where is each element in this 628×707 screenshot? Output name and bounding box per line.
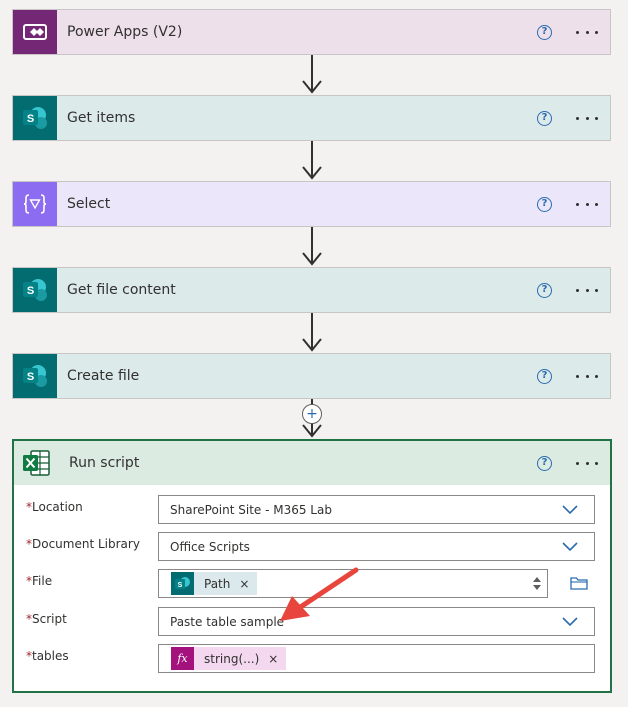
sharepoint-icon: S — [13, 354, 57, 398]
document-library-row: *Document Library Office Scripts — [14, 532, 610, 561]
step-title: Power Apps (V2) — [67, 24, 183, 40]
script-dropdown[interactable]: Paste table sample — [158, 607, 595, 636]
more-options-icon[interactable] — [576, 30, 598, 34]
location-value: SharePoint Site - M365 Lab — [170, 502, 332, 517]
step-get-file-content[interactable]: S Get file content ? — [12, 267, 611, 313]
sharepoint-icon: S — [13, 96, 57, 140]
help-icon[interactable]: ? — [537, 455, 552, 471]
step-title: Select — [67, 196, 111, 212]
folder-icon[interactable] — [570, 575, 588, 591]
svg-text:S: S — [27, 113, 34, 125]
scroll-up-icon[interactable] — [533, 576, 541, 582]
more-options-icon[interactable] — [576, 202, 598, 206]
remove-token-icon[interactable]: × — [268, 652, 278, 666]
location-row: *Location SharePoint Site - M365 Lab — [14, 495, 610, 524]
expression-token-label: string(...) — [204, 651, 260, 666]
document-library-label: Document Library — [32, 537, 140, 551]
run-script-header[interactable]: Run script ? — [14, 441, 610, 485]
chevron-down-icon — [562, 504, 578, 514]
step-power-apps[interactable]: Power Apps (V2) ? — [12, 9, 611, 55]
location-label: Location — [32, 500, 83, 514]
arrow-head-icon — [302, 424, 322, 438]
svg-text:S: S — [177, 582, 182, 589]
document-library-dropdown[interactable]: Office Scripts — [158, 532, 595, 561]
more-options-icon[interactable] — [576, 116, 598, 120]
tables-row: *tables fx string(...) × — [14, 644, 610, 673]
document-library-value: Office Scripts — [170, 539, 250, 554]
data-operation-icon — [13, 182, 57, 226]
excel-icon — [14, 441, 58, 485]
arrow-head-icon — [302, 166, 322, 180]
tables-input[interactable]: fx string(...) × — [158, 644, 595, 673]
script-label: Script — [32, 612, 67, 626]
tables-label: tables — [32, 649, 69, 663]
arrow-head-icon — [302, 80, 322, 94]
step-get-items[interactable]: S Get items ? — [12, 95, 611, 141]
location-dropdown[interactable]: SharePoint Site - M365 Lab — [158, 495, 595, 524]
path-token-label: Path — [204, 576, 231, 591]
svg-text:S: S — [27, 285, 34, 297]
sharepoint-icon: S — [171, 572, 194, 595]
help-icon[interactable]: ? — [537, 24, 552, 40]
step-title: Create file — [67, 368, 140, 384]
file-label: File — [32, 574, 53, 588]
arrow-head-icon — [302, 338, 322, 352]
step-title: Get file content — [67, 282, 176, 298]
help-icon[interactable]: ? — [537, 368, 552, 384]
chevron-down-icon — [562, 541, 578, 551]
expression-token[interactable]: fx string(...) × — [171, 647, 287, 670]
more-options-icon[interactable] — [576, 288, 598, 292]
help-icon[interactable]: ? — [537, 110, 552, 126]
arrow-head-icon — [302, 252, 322, 266]
step-create-file[interactable]: S Create file ? — [12, 353, 611, 399]
svg-text:S: S — [27, 371, 34, 383]
add-step-button[interactable]: + — [302, 404, 322, 424]
remove-token-icon[interactable]: × — [239, 577, 249, 591]
scroll-down-icon[interactable] — [533, 585, 541, 591]
help-icon[interactable]: ? — [537, 282, 552, 298]
help-icon[interactable]: ? — [537, 196, 552, 212]
sharepoint-icon: S — [13, 268, 57, 312]
step-select[interactable]: Select ? — [12, 181, 611, 227]
power-apps-icon — [13, 10, 57, 54]
annotation-arrow-icon — [280, 567, 359, 621]
plus-icon: + — [306, 406, 318, 422]
more-options-icon[interactable] — [576, 374, 598, 378]
path-token[interactable]: S Path × — [171, 572, 258, 595]
scroll-stepper[interactable] — [533, 576, 541, 591]
more-options-icon[interactable] — [576, 461, 598, 465]
chevron-down-icon — [562, 616, 578, 626]
step-title: Run script — [69, 455, 140, 471]
step-title: Get items — [67, 110, 136, 126]
fx-icon: fx — [171, 647, 194, 670]
